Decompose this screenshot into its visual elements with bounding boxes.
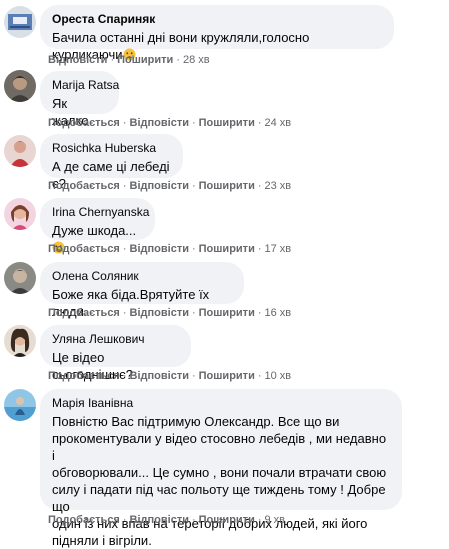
avatar[interactable] xyxy=(4,70,36,102)
share-link[interactable]: Поширити xyxy=(199,370,255,382)
comment-text-line: обговорювали... Це сумно , вони почали в… xyxy=(52,465,387,480)
separator-dot: · xyxy=(122,370,127,382)
comment-text-line: прокоментували у відео стосовно лебедів … xyxy=(52,431,387,463)
comment-bubble: Rosichka Huberska А де саме ці лебеді є? xyxy=(40,134,183,191)
like-link[interactable]: Подобається xyxy=(48,180,120,192)
separator-dot: · xyxy=(110,54,115,66)
separator-dot: · xyxy=(257,514,262,526)
comment-timestamp[interactable]: 28 хв xyxy=(183,54,210,66)
separator-dot: · xyxy=(191,514,196,526)
comment-timestamp[interactable]: 23 хв xyxy=(265,180,292,192)
separator-dot: · xyxy=(191,307,196,319)
share-link[interactable]: Поширити xyxy=(199,117,255,129)
comment-author[interactable]: Marija Ratsa xyxy=(52,78,119,93)
comment-author[interactable]: Irina Chernyanska xyxy=(52,205,149,220)
separator-dot: · xyxy=(257,370,262,382)
reply-link[interactable]: Відповісти xyxy=(130,307,189,319)
reply-link[interactable]: Відповісти xyxy=(130,180,189,192)
like-link[interactable]: Подобається xyxy=(48,307,120,319)
comment-bubble: Уляна Лешкович Це відео сьогоднішнє? xyxy=(40,325,191,382)
separator-dot: · xyxy=(257,243,262,255)
separator-dot: · xyxy=(122,180,127,192)
comment-timestamp[interactable]: 17 хв xyxy=(265,243,292,255)
comment-author[interactable]: Rosichka Huberska xyxy=(52,141,171,156)
comment-bubble: Марія Іванівна Повністю Вас підтримую Ол… xyxy=(40,389,402,548)
comment-actions: Відповісти · Поширити · 28 хв xyxy=(48,53,210,67)
comment-actions: Подобається · Відповісти · Поширити · 17 хв xyxy=(48,242,291,256)
separator-dot: · xyxy=(122,117,127,129)
comment-author[interactable]: Уляна Лешкович xyxy=(52,332,179,347)
share-link[interactable]: Поширити xyxy=(199,514,255,526)
share-link[interactable]: Поширити xyxy=(199,243,255,255)
comment-actions: Подобається · Відповісти · Поширити · 10 хв xyxy=(48,369,291,383)
avatar[interactable] xyxy=(4,6,36,38)
avatar[interactable] xyxy=(4,198,36,230)
avatar[interactable] xyxy=(4,389,36,421)
separator-dot: · xyxy=(257,180,262,192)
separator-dot: · xyxy=(191,180,196,192)
comment-timestamp[interactable]: 16 хв xyxy=(265,307,292,319)
reply-link[interactable]: Відповісти xyxy=(130,514,189,526)
comment-author[interactable]: Олена Соляник xyxy=(52,269,232,284)
comment-text-line: Повністю Вас підтримую Олександр. Все що… xyxy=(52,414,340,429)
like-link[interactable]: Подобається xyxy=(48,514,120,526)
comment-actions: Подобається · Відповісти · Поширити · 23 хв xyxy=(48,179,291,193)
like-link[interactable]: Подобається xyxy=(48,117,120,129)
comment-timestamp[interactable]: 9 хв xyxy=(265,514,286,526)
like-link[interactable]: Подобається xyxy=(48,370,120,382)
separator-dot: · xyxy=(257,307,262,319)
reply-link[interactable]: Відповісти xyxy=(48,54,107,66)
comment-timestamp[interactable]: 24 хв xyxy=(265,117,292,129)
comment-bubble: Marija Ratsa Як жалко xyxy=(40,71,119,128)
separator-dot: · xyxy=(122,307,127,319)
separator-dot: · xyxy=(257,117,262,129)
separator-dot: · xyxy=(122,514,127,526)
avatar[interactable] xyxy=(4,325,36,357)
separator-dot: · xyxy=(191,370,196,382)
comment-actions: Подобається · Відповісти · Поширити · 24 хв xyxy=(48,116,291,130)
comment-author[interactable]: Ореста Спариняк xyxy=(52,12,382,27)
reply-link[interactable]: Відповісти xyxy=(130,370,189,382)
separator-dot: · xyxy=(191,243,196,255)
comment-text-body: Дуже шкода... xyxy=(52,223,137,238)
avatar[interactable] xyxy=(4,135,36,167)
reply-link[interactable]: Відповісти xyxy=(130,243,189,255)
separator-dot: · xyxy=(122,243,127,255)
share-link[interactable]: Поширити xyxy=(199,180,255,192)
comment-bubble: Олена Соляник Боже яка біда.Врятуйте їх … xyxy=(40,262,244,319)
comment-bubble: Ореста Спариняк Бачила останні дні вони … xyxy=(40,5,394,62)
comment-author[interactable]: Марія Іванівна xyxy=(52,396,390,411)
comment-timestamp[interactable]: 10 хв xyxy=(265,370,292,382)
comment-text-line: силу і падати під час польоту ще тиждень… xyxy=(52,482,386,514)
comment-actions: Подобається · Відповісти · Поширити · 16 хв xyxy=(48,306,291,320)
separator-dot: · xyxy=(191,117,196,129)
separator-dot: · xyxy=(176,54,180,66)
share-link[interactable]: Поширити xyxy=(199,307,255,319)
share-link[interactable]: Поширити xyxy=(117,54,173,66)
comment-bubble: Irina Chernyanska Дуже шкода... xyxy=(40,198,155,254)
comment-actions: Подобається · Відповісти · Поширити · 9 хв xyxy=(48,513,285,527)
avatar[interactable] xyxy=(4,262,36,294)
reply-link[interactable]: Відповісти xyxy=(130,117,189,129)
comment-text-line: підняли і вігріли. xyxy=(52,533,152,548)
like-link[interactable]: Подобається xyxy=(48,243,120,255)
